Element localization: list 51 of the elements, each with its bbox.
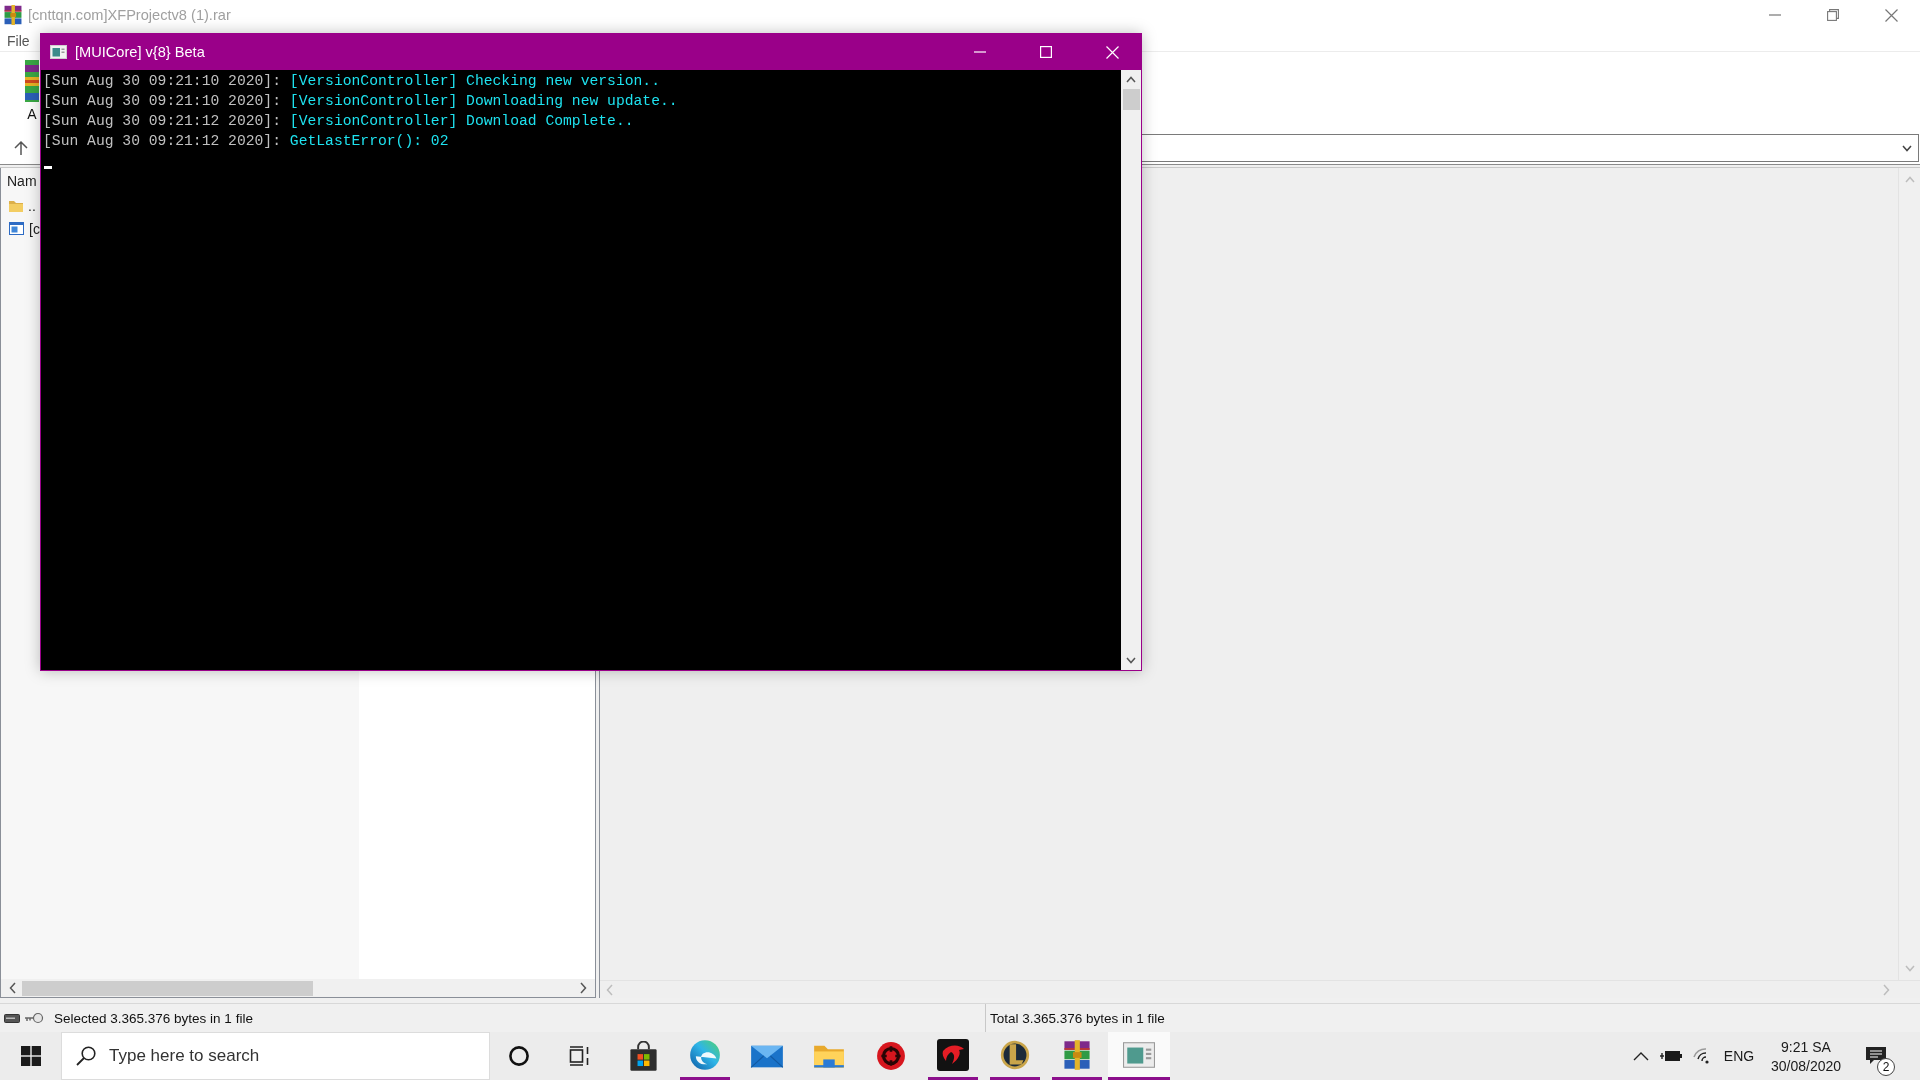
ring-icon[interactable] — [508, 1045, 530, 1067]
status-text: Total 3.365.376 bytes in 1 file — [990, 1010, 1165, 1026]
status-text: Selected 3.365.376 bytes in 1 file — [54, 1010, 253, 1026]
window-icon — [50, 45, 67, 59]
book-stack-icon — [2, 5, 24, 25]
notification-count: 2 — [1877, 1058, 1895, 1076]
toolbar-button[interactable]: A — [25, 60, 39, 122]
scrollbar-thumb[interactable] — [1122, 89, 1140, 110]
chevron-up-icon[interactable] — [1126, 76, 1136, 83]
up-arrow-icon[interactable] — [14, 140, 28, 156]
chevron-right-icon[interactable] — [580, 982, 587, 994]
file-name[interactable]: .. — [28, 197, 36, 214]
dragon-icon[interactable] — [937, 1038, 969, 1071]
text-cursor — [44, 166, 52, 169]
chevron-down-icon[interactable] — [1126, 657, 1136, 664]
clock-date[interactable]: 30/08/2020 — [1770, 1057, 1842, 1074]
address-field[interactable] — [1142, 134, 1919, 162]
close-icon[interactable] — [1884, 8, 1898, 22]
crest-icon[interactable] — [1000, 1038, 1030, 1071]
window-title: [cnttqn.com]XFProjectv8 (1).rar — [28, 7, 231, 23]
browser-swirl-icon[interactable] — [689, 1038, 721, 1071]
scrollbar-thumb[interactable] — [22, 980, 313, 996]
window-title: [MUICore] v{8} Beta — [75, 44, 205, 60]
chevron-up-icon[interactable] — [1633, 1051, 1649, 1061]
file-name[interactable]: [c — [29, 220, 40, 237]
book-stack-icon — [25, 60, 39, 102]
shopping-bag-icon[interactable] — [627, 1040, 659, 1072]
search-icon — [76, 1046, 96, 1066]
chevron-left-icon[interactable] — [9, 982, 16, 994]
clock-time[interactable]: 9:21 SA — [1781, 1038, 1831, 1055]
battery-icon[interactable] — [1660, 1049, 1682, 1063]
drive-icon — [4, 1013, 20, 1023]
search-field[interactable]: Type here to search — [61, 1032, 490, 1080]
restore-icon[interactable] — [1827, 9, 1839, 21]
chevron-down-icon[interactable] — [1902, 144, 1912, 152]
app-window-icon — [9, 222, 24, 235]
maximize-icon[interactable] — [1040, 46, 1052, 58]
key-icon — [24, 1012, 44, 1024]
column-header[interactable]: Nam — [5, 168, 39, 194]
round-emblem-icon[interactable] — [876, 1041, 906, 1071]
menu-item[interactable]: File — [2, 30, 35, 51]
log-line: [Sun Aug 30 09:21:10 2020]: [VersionController] Downloading new update.. — [43, 92, 678, 111]
log-line: [Sun Aug 30 09:21:12 2020]: [VersionController] Download Complete.. — [43, 112, 634, 131]
language-indicator[interactable]: ENG — [1723, 1048, 1755, 1064]
log-line: [Sun Aug 30 09:21:12 2020]: GetLastError(): 02 — [43, 132, 449, 151]
task-view-icon[interactable] — [569, 1046, 591, 1066]
window-panes-icon[interactable] — [20, 1046, 41, 1066]
folder-icon — [9, 198, 23, 213]
log-line: [Sun Aug 30 09:21:10 2020]: [VersionController] Checking new version.. — [43, 72, 660, 91]
book-stack-icon[interactable] — [1061, 1039, 1093, 1070]
taskbar-button[interactable] — [1108, 1032, 1170, 1080]
